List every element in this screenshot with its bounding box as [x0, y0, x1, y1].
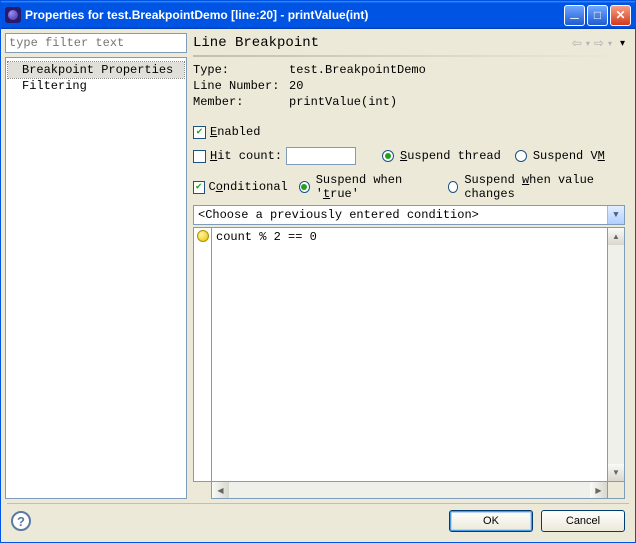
scroll-right-icon[interactable]: ▶	[590, 482, 607, 498]
type-label: Type:	[193, 63, 289, 77]
back-button[interactable]: ⇦	[570, 36, 584, 50]
member-label: Member:	[193, 95, 289, 109]
suspend-when-true-radio[interactable]: Suspend when 'true'	[299, 173, 433, 201]
line-label: Line Number:	[193, 79, 289, 93]
window-title: Properties for test.BreakpointDemo [line…	[25, 8, 564, 22]
condition-history-combo[interactable]: <Choose a previously entered condition> …	[193, 205, 625, 225]
sidebar: Breakpoint Properties Filtering	[5, 33, 187, 499]
tree-item-filtering[interactable]: Filtering	[8, 78, 184, 94]
help-icon[interactable]: ?	[11, 511, 31, 531]
horizontal-scrollbar[interactable]: ◀ ▶	[211, 482, 608, 499]
type-value: test.BreakpointDemo	[289, 63, 426, 77]
conditional-label: Conditional	[209, 180, 288, 194]
scroll-up-icon[interactable]: ▲	[608, 228, 624, 245]
suspend-when-changes-radio[interactable]: Suspend when value changes	[448, 173, 625, 201]
scroll-left-icon[interactable]: ◀	[212, 482, 229, 498]
cancel-button[interactable]: Cancel	[541, 510, 625, 532]
lightbulb-icon[interactable]	[197, 230, 209, 242]
ok-button[interactable]: OK	[449, 510, 533, 532]
member-value: printValue(int)	[289, 95, 397, 109]
condition-editor[interactable]: count % 2 == 0	[211, 227, 608, 482]
line-value: 20	[289, 79, 303, 93]
enabled-checkbox[interactable]	[193, 126, 206, 139]
eclipse-icon	[5, 7, 21, 23]
dialog-window: Properties for test.BreakpointDemo [line…	[0, 0, 636, 543]
scroll-down-icon[interactable]: ▼	[608, 464, 624, 481]
breakpoint-info: Type:test.BreakpointDemo Line Number:20 …	[193, 63, 625, 111]
detail-panel: Line Breakpoint ⇦▾ ⇨▾ ▾ Type:test.Breakp…	[191, 33, 631, 499]
editor-gutter	[193, 227, 211, 482]
hitcount-input[interactable]	[286, 147, 356, 165]
enabled-label: EEnablednabled	[210, 125, 260, 139]
vertical-scrollbar[interactable]: ▲ ▼	[608, 227, 625, 482]
combo-text: <Choose a previously entered condition>	[194, 208, 607, 222]
forward-button[interactable]: ⇨	[592, 36, 606, 50]
suspend-thread-radio[interactable]: Suspend thread	[382, 149, 501, 163]
tree-item-breakpoint-properties[interactable]: Breakpoint Properties	[8, 62, 184, 78]
titlebar[interactable]: Properties for test.BreakpointDemo [line…	[1, 1, 635, 29]
hitcount-checkbox[interactable]	[193, 150, 206, 163]
hitcount-label: Hit count:	[210, 149, 282, 163]
view-menu-button[interactable]: ▾	[614, 38, 625, 49]
filter-input[interactable]	[5, 33, 187, 53]
chevron-down-icon[interactable]: ▼	[607, 206, 624, 224]
conditional-checkbox[interactable]	[193, 181, 205, 194]
close-button[interactable]: ✕	[610, 5, 631, 26]
page-title: Line Breakpoint	[193, 35, 570, 51]
suspend-vm-radio[interactable]: Suspend VM	[515, 149, 605, 163]
maximize-button[interactable]: □	[587, 5, 608, 26]
navigation-tree[interactable]: Breakpoint Properties Filtering	[5, 57, 187, 499]
minimize-button[interactable]: ─	[564, 5, 585, 26]
